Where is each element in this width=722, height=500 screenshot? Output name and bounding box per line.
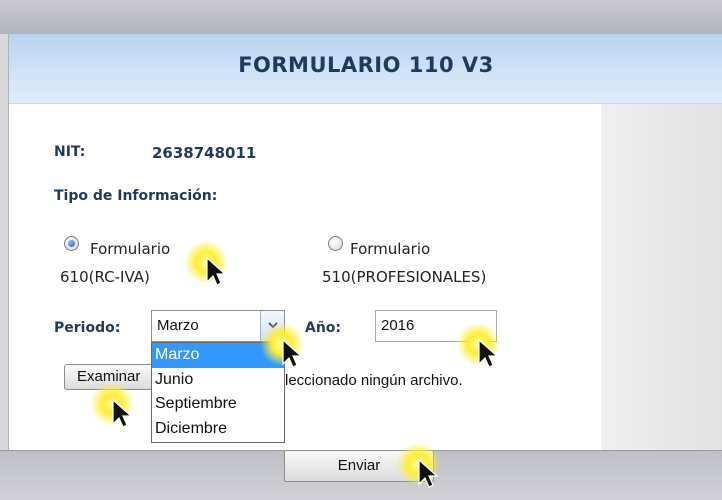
radio-510-label-line2: 510(PROFESIONALES) <box>322 268 487 286</box>
mouse-cursor-icon <box>396 442 440 488</box>
nit-value: 2638748011 <box>152 144 257 162</box>
periodo-select-value: Marzo <box>157 317 199 334</box>
radio-510-label-line1: Formulario <box>350 240 431 258</box>
mouse-cursor-icon <box>90 382 134 428</box>
radio-checked-icon[interactable] <box>64 236 79 251</box>
periodo-label: Periodo: <box>54 320 121 336</box>
mouse-cursor-icon <box>456 322 500 368</box>
tipo-informacion-label: Tipo de Información: <box>54 188 218 204</box>
right-side-panel <box>601 104 722 450</box>
mouse-cursor-icon <box>184 240 228 286</box>
page-title: FORMULARIO 110 V3 <box>238 53 494 77</box>
radio-610-label-line2: 610(RC-IVA) <box>60 268 150 286</box>
browser-top-strip <box>0 0 722 34</box>
radio-unchecked-icon[interactable] <box>328 236 343 251</box>
periodo-option-septiembre[interactable]: Septiembre <box>152 392 284 417</box>
form-header: FORMULARIO 110 V3 <box>9 34 722 104</box>
periodo-option-diciembre[interactable]: Diciembre <box>152 417 284 442</box>
anio-input-value: 2016 <box>381 317 415 334</box>
mouse-cursor-icon <box>260 322 304 368</box>
nit-label: NIT: <box>54 144 86 160</box>
radio-610-label-line1: Formulario <box>90 240 171 258</box>
